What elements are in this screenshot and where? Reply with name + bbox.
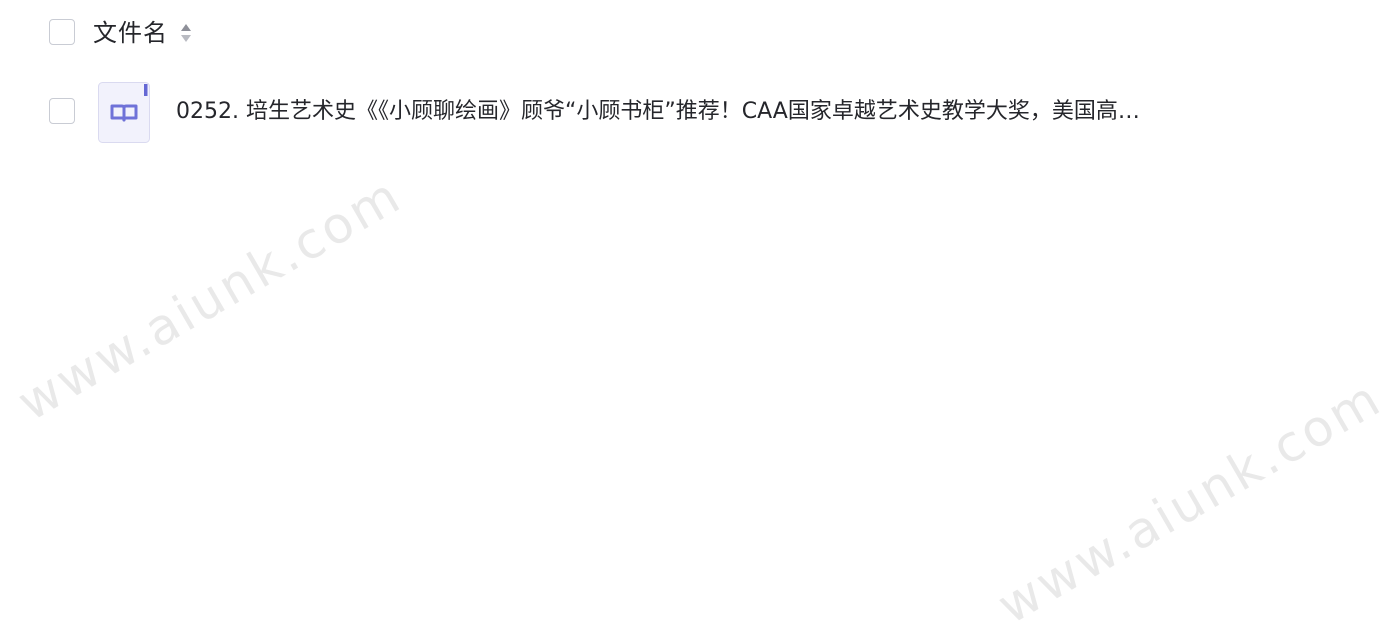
file-name-link[interactable]: 0252. 培生艺术史《《小顾聊绘画》顾爷“小顾书柜”推荐！CAA国家卓越艺术史…: [176, 95, 1256, 129]
book-file-icon: [98, 82, 150, 143]
watermark-text: www.aiunk.com: [8, 165, 412, 433]
file-checkbox[interactable]: [49, 98, 75, 124]
select-all-checkbox[interactable]: [49, 19, 75, 45]
sort-icon[interactable]: [179, 21, 193, 45]
file-row[interactable]: 0252. 培生艺术史《《小顾聊绘画》顾爷“小顾书柜”推荐！CAA国家卓越艺术史…: [0, 72, 1384, 152]
watermark-text: www.aiunk.com: [988, 368, 1384, 635]
file-list-header: 文件名: [0, 0, 1384, 66]
filename-column-header[interactable]: 文件名: [93, 16, 168, 50]
